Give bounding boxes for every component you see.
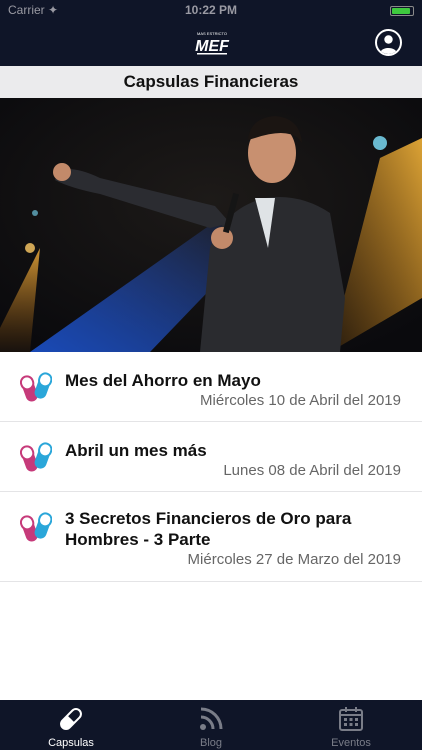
list-item[interactable]: 3 Secretos Financieros de Oro para Hombr…	[0, 492, 422, 582]
capsule-title: 3 Secretos Financieros de Oro para Hombr…	[65, 509, 352, 549]
tab-capsulas[interactable]: Capsulas	[1, 700, 141, 750]
tab-blog[interactable]: Blog	[141, 700, 281, 750]
speaker-photo	[0, 98, 422, 352]
rss-icon	[198, 706, 224, 732]
tab-eventos[interactable]: Eventos	[281, 700, 421, 750]
battery-icon	[390, 6, 414, 16]
nav-bar: MAS ESTRICTO MEF	[0, 20, 422, 66]
capsule-title: Abril un mes más	[65, 441, 207, 460]
list-item[interactable]: Mes del Ahorro en Mayo Miércoles 10 de A…	[0, 352, 422, 422]
logo-text: MEF	[195, 38, 230, 55]
pill-icon	[19, 510, 53, 544]
status-bar: Carrier ✦ 10:22 PM	[0, 0, 422, 20]
page-title: Capsulas Financieras	[0, 66, 422, 98]
user-icon	[380, 35, 397, 54]
tab-bar: Capsulas Blog Eventos	[0, 700, 422, 750]
tab-label: Eventos	[331, 737, 371, 749]
pill-icon	[58, 706, 84, 732]
hero-carousel[interactable]	[0, 98, 422, 352]
list-item[interactable]: Abril un mes más Lunes 08 de Abril del 2…	[0, 422, 422, 492]
profile-button[interactable]	[375, 29, 402, 56]
logo-tagline: MAS ESTRICTO	[197, 31, 227, 36]
status-time: 10:22 PM	[184, 3, 238, 17]
pill-icon	[19, 440, 53, 474]
calendar-icon	[338, 706, 364, 732]
tab-label: Capsulas	[48, 737, 94, 749]
pill-icon	[19, 370, 53, 404]
capsule-date: Miércoles 10 de Abril del 2019	[200, 392, 401, 409]
tab-label: Blog	[199, 737, 223, 749]
capsule-title: Mes del Ahorro en Mayo	[65, 371, 261, 390]
capsule-date: Lunes 08 de Abril del 2019	[223, 462, 401, 479]
capsule-list: Mes del Ahorro en Mayo Miércoles 10 de A…	[0, 352, 422, 582]
capsule-date: Miércoles 27 de Marzo del 2019	[187, 551, 401, 568]
app-logo: MAS ESTRICTO MEF	[191, 30, 233, 56]
